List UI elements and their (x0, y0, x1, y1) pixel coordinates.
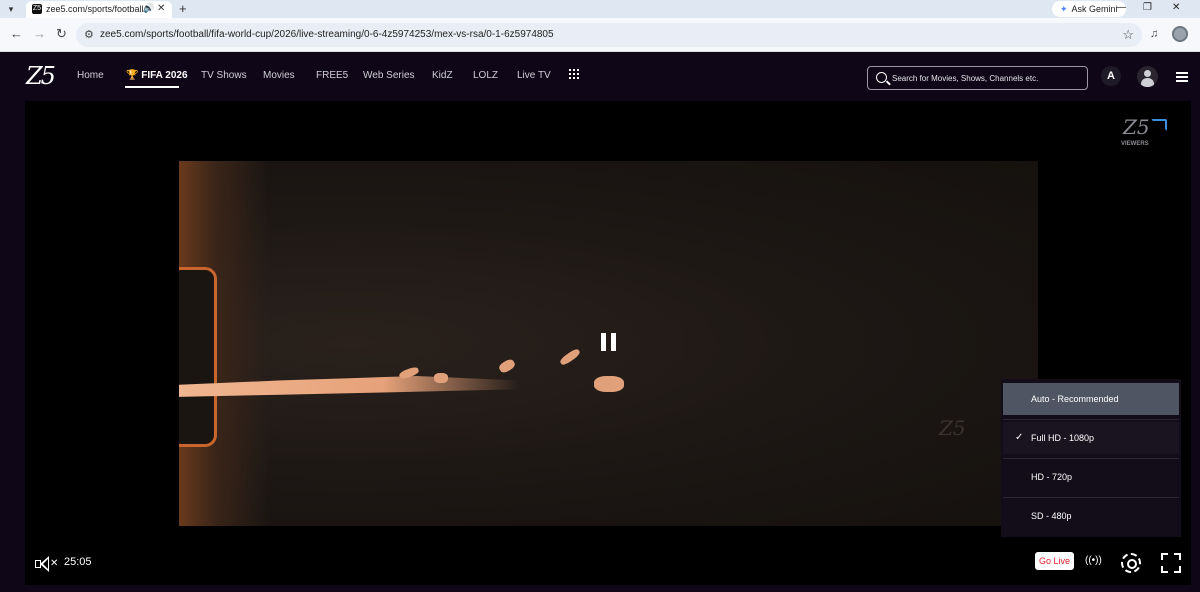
browser-tab[interactable]: Z5 zee5.com/sports/football/fi 🔊 ✕ (26, 1, 172, 18)
search-box[interactable] (867, 66, 1088, 90)
video-watermark: Z5 (939, 416, 966, 440)
zee5-logo[interactable]: Z5 (26, 62, 56, 90)
profile-avatar-icon[interactable] (1172, 26, 1188, 42)
browser-tab-strip: ▾ Z5 zee5.com/sports/football/fi 🔊 ✕ + ✦… (0, 0, 1200, 18)
nav-home[interactable]: Home (77, 70, 104, 81)
address-bar-row: ← → ↻ ⚙ zee5.com/sports/football/fifa-wo… (0, 18, 1200, 52)
close-icon[interactable]: ✕ (157, 3, 165, 14)
nav-movies[interactable]: Movies (263, 70, 295, 81)
language-button[interactable]: A (1101, 66, 1121, 86)
nav-fifa-2026[interactable]: 🏆 FIFA 2026 (126, 70, 188, 81)
video-splash (434, 373, 448, 383)
tab-title: zee5.com/sports/football/fi (46, 4, 146, 14)
settings-gear-icon[interactable] (1121, 553, 1141, 573)
fullscreen-icon[interactable] (1161, 553, 1181, 573)
quality-option-720p[interactable]: HD - 720p (1003, 461, 1179, 493)
nav-fifa-label: FIFA 2026 (141, 70, 188, 81)
menu-divider (1003, 458, 1179, 459)
window-close-icon[interactable]: ✕ (1172, 2, 1180, 13)
site-info-icon[interactable]: ⚙ (84, 28, 94, 41)
video-player[interactable]: Z5 Z5 VIEWERS Auto - Recommended ✓ Full H… (25, 101, 1191, 585)
nav-free5[interactable]: FREE5 (316, 70, 348, 81)
forward-arrow-icon[interactable]: → (33, 26, 46, 41)
tab-search-icon[interactable]: ▾ (4, 2, 18, 16)
active-nav-underline (125, 86, 179, 88)
media-control-icon[interactable]: ♫ (1150, 28, 1158, 40)
video-splash (497, 357, 517, 375)
quality-menu: Auto - Recommended ✓ Full HD - 1080p HD -… (1001, 379, 1181, 537)
bookmark-star-icon[interactable]: ☆ (1122, 27, 1134, 43)
menu-divider (1003, 497, 1179, 498)
nav-kidz[interactable]: KidZ (432, 70, 453, 81)
search-input[interactable] (892, 67, 1082, 89)
apps-grid-icon[interactable] (569, 69, 579, 79)
video-splash (558, 347, 582, 367)
broadcast-icon[interactable]: ((•)) (1085, 555, 1102, 566)
ask-gemini-label: Ask Gemini (1071, 4, 1118, 14)
restore-icon[interactable]: ❐ (1143, 2, 1152, 13)
site-header: Z5 Home 🏆 FIFA 2026 TV Shows Movies FREE… (0, 52, 1200, 101)
pause-icon[interactable] (601, 333, 617, 351)
user-avatar-icon[interactable] (1137, 66, 1158, 87)
nav-lolz[interactable]: LOLZ (473, 70, 498, 81)
omnibox[interactable]: ⚙ zee5.com/sports/football/fifa-world-cu… (76, 23, 1142, 47)
hamburger-menu-icon[interactable] (1176, 72, 1188, 82)
favicon-icon: Z5 (32, 4, 42, 14)
nav-web-series[interactable]: Web Series (363, 70, 415, 81)
check-icon: ✓ (1015, 432, 1024, 443)
trophy-icon: 🏆 (126, 70, 139, 81)
minimize-icon[interactable]: — (1116, 2, 1126, 13)
quality-option-1080p[interactable]: ✓ Full HD - 1080p (1003, 422, 1179, 454)
video-phone-shape (179, 267, 217, 447)
url-text[interactable]: zee5.com/sports/football/fifa-world-cup/… (100, 29, 554, 40)
search-icon (876, 72, 887, 83)
cast-icon[interactable] (1151, 119, 1167, 131)
video-splash (594, 376, 624, 392)
nav-live-tv[interactable]: Live TV (517, 70, 551, 81)
quality-1080p-label: Full HD - 1080p (1031, 433, 1095, 443)
quality-option-auto[interactable]: Auto - Recommended (1003, 383, 1179, 415)
speaker-icon[interactable]: 🔊 (143, 3, 154, 14)
new-tab-button[interactable]: + (179, 1, 187, 16)
nav-tv-shows[interactable]: TV Shows (201, 70, 247, 81)
quality-option-480p[interactable]: SD - 480p (1003, 500, 1179, 532)
viewers-label: VIEWERS (1121, 141, 1149, 147)
reload-icon[interactable]: ↻ (56, 26, 67, 42)
go-live-button[interactable]: Go Live (1035, 552, 1075, 570)
viewers-z5-logo: Z5 (1123, 115, 1150, 139)
ask-gemini-button[interactable]: ✦ Ask Gemini (1052, 1, 1126, 17)
menu-divider (1003, 419, 1179, 420)
playback-time: 25:05 (64, 556, 92, 568)
back-arrow-icon[interactable]: ← (10, 26, 23, 41)
sparkle-icon: ✦ (1060, 4, 1068, 14)
mute-speaker-icon[interactable]: ✕ (35, 556, 58, 572)
